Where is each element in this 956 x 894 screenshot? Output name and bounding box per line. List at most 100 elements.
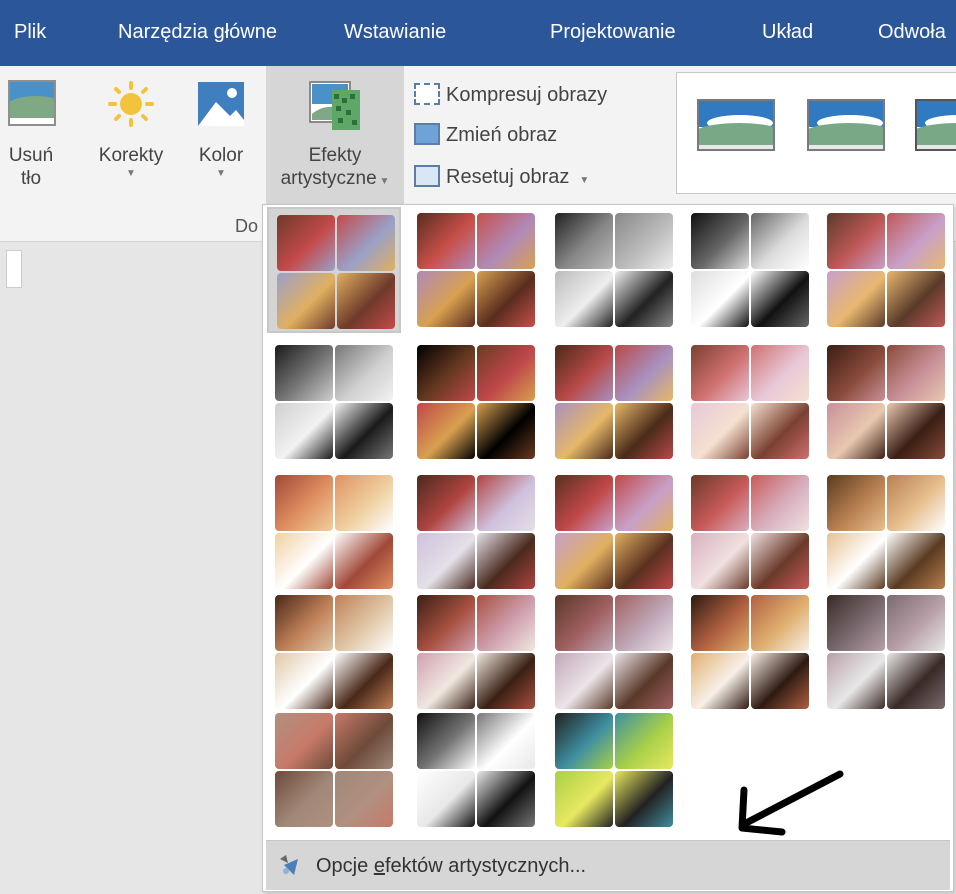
artistic-effect-option[interactable] [819, 469, 953, 595]
picture-style-thumb[interactable] [915, 99, 956, 151]
effect-preview-thumbnail [691, 345, 749, 401]
effect-preview-thumbnail [275, 533, 333, 589]
corrections-sun-icon [108, 81, 154, 127]
artistic-effect-option[interactable] [267, 339, 401, 465]
effect-preview-thumbnail [477, 403, 535, 459]
effect-preview-thumbnail [555, 213, 613, 269]
color-label: Kolor [198, 145, 244, 166]
remove-background-label-2: tło [20, 168, 42, 189]
remove-background-label-1: Usuń [8, 145, 54, 166]
effect-preview-thumbnail [335, 653, 393, 709]
effect-preview-thumbnail [335, 345, 393, 401]
artistic-effect-option[interactable] [683, 589, 817, 715]
artistic-effects-label-2-text: artystyczne [280, 168, 377, 189]
chevron-down-icon: ▼ [579, 175, 590, 186]
effect-preview-thumbnail [615, 653, 673, 709]
effect-preview-thumbnail [827, 475, 885, 531]
effect-preview-thumbnail [827, 271, 885, 327]
artistic-effect-option[interactable] [547, 339, 681, 465]
color-button[interactable]: Kolor ▼ [188, 80, 254, 181]
effect-preview-thumbnail [275, 475, 333, 531]
tab-home[interactable]: Narzędzia główne [118, 14, 277, 50]
remove-background-button[interactable]: Usuń tło [0, 80, 62, 190]
ruler-marker [6, 250, 22, 288]
picture-style-thumb[interactable] [697, 99, 775, 151]
effect-preview-thumbnail [275, 345, 333, 401]
effect-preview-thumbnail [751, 213, 809, 269]
artistic-effect-option[interactable] [683, 339, 817, 465]
effect-preview-thumbnail [275, 653, 333, 709]
effect-preview-thumbnail [751, 595, 809, 651]
artistic-effect-option[interactable] [819, 589, 953, 715]
artistic-effect-option[interactable] [409, 339, 543, 465]
artistic-effect-option[interactable] [547, 707, 681, 833]
effect-preview-thumbnail [335, 713, 393, 769]
effect-preview-thumbnail [555, 653, 613, 709]
effect-preview-thumbnail [691, 213, 749, 269]
effect-preview-thumbnail [827, 403, 885, 459]
artistic-effect-option[interactable] [267, 207, 401, 333]
artistic-effect-option[interactable] [819, 339, 953, 465]
artistic-effect-option[interactable] [547, 207, 681, 333]
artistic-effects-dropdown [262, 204, 954, 892]
chevron-down-icon: ▼ [216, 168, 226, 179]
effect-preview-thumbnail [275, 595, 333, 651]
artistic-effects-options-icon [280, 855, 298, 875]
artistic-effect-option[interactable] [683, 207, 817, 333]
tab-insert[interactable]: Wstawianie [344, 14, 446, 50]
artistic-effect-option[interactable] [267, 469, 401, 595]
artistic-effect-option[interactable] [547, 469, 681, 595]
effect-preview-thumbnail [887, 653, 945, 709]
artistic-effect-option[interactable] [409, 207, 543, 333]
effect-preview-thumbnail [751, 653, 809, 709]
footer-prefix: Opcje [316, 855, 374, 877]
picture-styles-gallery [676, 72, 956, 194]
artistic-effect-option[interactable] [819, 207, 953, 333]
effect-preview-thumbnail [615, 403, 673, 459]
effect-preview-thumbnail [691, 475, 749, 531]
effect-preview-thumbnail [555, 475, 613, 531]
artistic-effects-options-button[interactable]: Opcje efektów artystycznych... [266, 840, 950, 890]
effect-preview-thumbnail [337, 215, 395, 271]
corrections-button[interactable]: Korekty ▼ [88, 80, 174, 181]
artistic-effect-option[interactable] [547, 589, 681, 715]
reset-picture-button[interactable]: Resetuj obraz ▼ [414, 162, 589, 192]
reset-picture-label: Resetuj obraz [446, 166, 570, 188]
ribbon-tab-bar: Plik Narzędzia główne Wstawianie Projekt… [0, 0, 956, 66]
effect-preview-thumbnail [477, 653, 535, 709]
ribbon-group-label: Do [235, 216, 259, 236]
effect-preview-thumbnail [477, 771, 535, 827]
change-picture-button[interactable]: Zmień obraz [414, 120, 557, 150]
compress-pictures-icon [414, 83, 440, 105]
artistic-effects-label-2: artystyczne ▼ [280, 168, 390, 189]
tab-file[interactable]: Plik [14, 14, 46, 50]
artistic-effects-button[interactable]: Efekty artystyczne ▼ [266, 80, 404, 193]
artistic-effect-option[interactable] [683, 469, 817, 595]
effect-preview-thumbnail [477, 475, 535, 531]
effect-preview-thumbnail [691, 653, 749, 709]
artistic-effect-option[interactable] [409, 707, 543, 833]
effect-preview-thumbnail [827, 213, 885, 269]
effect-preview-thumbnail [555, 713, 613, 769]
artistic-effect-option[interactable] [267, 589, 401, 715]
tab-references[interactable]: Odwoła [878, 14, 946, 50]
tab-design[interactable]: Projektowanie [550, 14, 676, 50]
effect-preview-thumbnail [477, 345, 535, 401]
effect-preview-thumbnail [751, 475, 809, 531]
effect-preview-thumbnail [555, 403, 613, 459]
compress-pictures-button[interactable]: Kompresuj obrazy [414, 80, 607, 110]
artistic-effect-option[interactable] [267, 707, 401, 833]
effect-preview-thumbnail [417, 713, 475, 769]
tab-layout[interactable]: Układ [762, 14, 813, 50]
picture-style-thumb[interactable] [807, 99, 885, 151]
effect-preview-thumbnail [615, 533, 673, 589]
effect-preview-thumbnail [887, 271, 945, 327]
effect-preview-thumbnail [335, 533, 393, 589]
artistic-effect-option[interactable] [409, 469, 543, 595]
effect-preview-thumbnail [335, 475, 393, 531]
artistic-effect-option[interactable] [409, 589, 543, 715]
effect-preview-thumbnail [477, 213, 535, 269]
footer-access-key: e [373, 855, 385, 877]
effect-preview-thumbnail [691, 271, 749, 327]
effect-preview-thumbnail [337, 273, 395, 329]
